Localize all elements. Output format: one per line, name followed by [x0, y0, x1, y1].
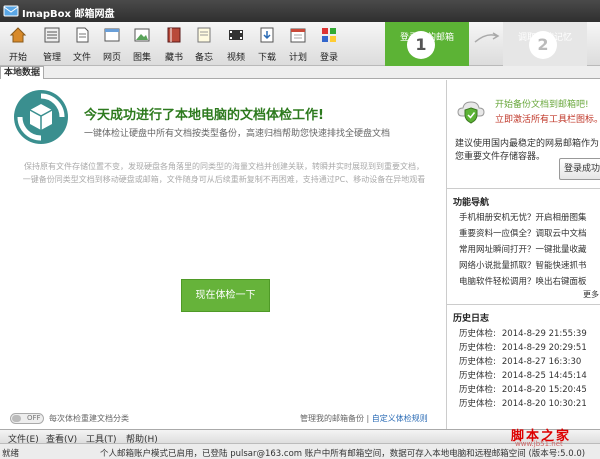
toggle-label: 每次体检重建文档分类	[49, 414, 129, 423]
log-date: 2014-8-20 15:20:45	[501, 385, 587, 395]
toolbar-label: 登录	[319, 53, 338, 63]
manage-icon	[44, 27, 60, 43]
promo-title: 开始备份文档到邮箱吧!	[495, 100, 589, 110]
toolbar-label: 备忘	[194, 53, 213, 63]
video-icon	[229, 30, 243, 40]
arrow-right-icon	[474, 32, 500, 43]
toolbar-login-button[interactable]: 登录	[315, 24, 343, 64]
nav-item[interactable]: 电脑软件轻松调用？唤出右键面板	[459, 275, 587, 287]
toolbar-start-button[interactable]: 开始	[4, 24, 32, 64]
tab-bar: 本地数据	[0, 66, 600, 79]
download-icon	[260, 27, 274, 43]
rebuild-toggle[interactable]: OFF	[10, 413, 44, 424]
log-date: 2014-8-27 16:3:30	[501, 357, 582, 367]
toggle-state: OFF	[27, 414, 41, 422]
status-bar: 就绪 个人邮箱账户模式已启用，已登陆 pulsar@163.com 账户中所有邮…	[0, 443, 600, 459]
webpage-icon	[104, 28, 120, 42]
nav-item[interactable]: 手机相册安机无忧？开启相册图集	[459, 211, 587, 223]
status-message: 个人邮箱账户模式已启用，已登陆 pulsar@163.com 账户中所有邮箱空间…	[100, 449, 586, 459]
step-number-2: 2	[529, 31, 557, 59]
toolbar-label: 开始	[8, 53, 27, 63]
main-panel: 今天成功进行了本地电脑的文档体检工作! 一键体检让硬盘中所有文档按类型备份，高速…	[0, 80, 446, 429]
log-label: 历史体检:	[459, 385, 496, 395]
cloud-shield-icon	[457, 101, 485, 124]
more-link[interactable]: 更多	[583, 289, 599, 300]
description-line: 保持原有文件存储位置不变，发现硬盘各角落里的同类型的海量文档并创建关联，转瞬并实…	[24, 162, 424, 171]
recycle-box-icon	[14, 90, 68, 144]
log-row[interactable]: 历史体检: 2014-8-29 21:55:39	[459, 327, 587, 339]
log-row[interactable]: 历史体检: 2014-8-27 16:3:30	[459, 355, 581, 367]
log-row[interactable]: 历史体检: 2014-8-20 15:20:45	[459, 383, 587, 395]
page-subtitle: 一键体检让硬盘中所有文档按类型备份，高速归档帮助您快速排找全硬盘文档	[84, 129, 391, 139]
toolbar-file-button[interactable]: 文件	[68, 24, 96, 64]
toolbar-webpage-button[interactable]: 网页	[98, 24, 126, 64]
home-icon	[9, 27, 27, 43]
bottom-links: 管理我的邮箱备份 | 自定义体检规则	[300, 413, 428, 424]
app-title: ImapBox 邮箱网盘	[22, 9, 115, 20]
toolbar-memo-button[interactable]: 备忘	[190, 24, 218, 64]
gallery-icon	[134, 28, 150, 42]
memo-icon	[197, 27, 211, 43]
log-row[interactable]: 历史体检: 2014-8-25 14:45:14	[459, 369, 587, 381]
step-number-1: 1	[407, 31, 435, 59]
log-date: 2014-8-25 14:45:14	[501, 371, 587, 381]
nav-item[interactable]: 重要资料一应俱全？调取云中文档	[459, 227, 587, 239]
log-date: 2014-8-20 10:30:21	[501, 399, 587, 409]
watermark-url: www.jb51.net	[515, 440, 563, 448]
login-icon	[322, 28, 336, 42]
log-row[interactable]: 历史体检: 2014-8-20 10:30:21	[459, 397, 587, 409]
log-date: 2014-8-29 21:55:39	[501, 329, 587, 339]
login-success-button[interactable]: 登录成功	[559, 158, 600, 180]
toggle-knob	[12, 415, 21, 422]
menu-bar: 文件(E) 查看(V) 工具(T) 帮助(H)	[0, 429, 600, 445]
title-bar: ImapBox 邮箱网盘	[0, 0, 600, 22]
page-title: 今天成功进行了本地电脑的文档体检工作!	[84, 108, 324, 123]
log-label: 历史体检:	[459, 343, 496, 353]
app-logo-icon	[3, 5, 19, 17]
custom-rules-link[interactable]: 自定义体检规则	[372, 414, 428, 423]
toolbar-download-button[interactable]: 下载	[253, 24, 281, 64]
file-icon	[76, 27, 89, 43]
toolbar-label: 图集	[132, 53, 151, 63]
log-label: 历史体检:	[459, 357, 496, 367]
link-separator: |	[364, 414, 372, 423]
book-icon	[167, 27, 181, 43]
feature-nav: 功能导航 手机相册安机无忧？开启相册图集 重要资料一应俱全？调取云中文档 常用网…	[447, 189, 600, 299]
log-label: 历史体检:	[459, 399, 496, 409]
log-label: 历史体检:	[459, 371, 496, 381]
toolbar-book-button[interactable]: 藏书	[160, 24, 188, 64]
toolbar-video-button[interactable]: 视频	[222, 24, 250, 64]
toolbar-manage-button[interactable]: 管理	[38, 24, 66, 64]
log-date: 2014-8-29 20:29:51	[501, 343, 587, 353]
check-now-button[interactable]: 现在体检一下	[181, 279, 270, 312]
history-log-title: 历史日志	[453, 314, 490, 324]
tab-local-data[interactable]: 本地数据	[0, 66, 45, 79]
calendar-icon	[290, 28, 306, 43]
status-state: 就绪	[2, 449, 20, 459]
log-label: 历史体检:	[459, 329, 496, 339]
description: 保持原有文件存储位置不变，发现硬盘各角落里的同类型的海量文档并创建关联，转瞬并实…	[6, 160, 442, 186]
nav-item[interactable]: 网络小说批量抓取？智能快速抓书	[459, 259, 587, 271]
description-line: 一键备份同类型文档到移动硬盘或邮箱，文件随身可从后续重新复制不再困难，支持通过P…	[22, 175, 426, 184]
manage-backup-link[interactable]: 管理我的邮箱备份	[300, 414, 364, 423]
feature-nav-title: 功能导航	[453, 198, 490, 208]
promo-activate-link[interactable]: 立即激活所有工具栏图标。	[495, 112, 600, 125]
log-row[interactable]: 历史体检: 2014-8-29 20:29:51	[459, 341, 587, 353]
toolbar-gallery-button[interactable]: 图集	[128, 24, 156, 64]
toolbar-plan-button[interactable]: 计划	[284, 24, 312, 64]
nav-item[interactable]: 常用网址瞬间打开？一键批量收藏	[459, 243, 587, 255]
history-log: 历史日志 历史体检: 2014-8-29 21:55:39 历史体检: 2014-8…	[447, 305, 600, 429]
